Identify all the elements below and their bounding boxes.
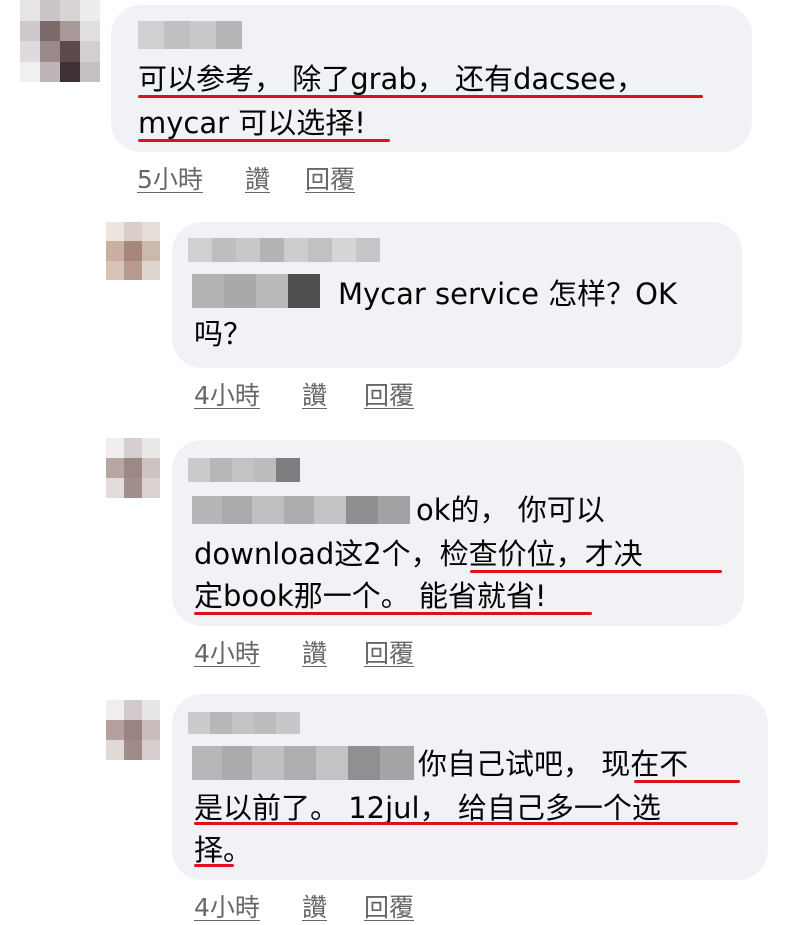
highlight-underline: [138, 139, 390, 142]
comment-bubble: 可以参考， 除了grab， 还有dacsee， mycar 可以选择!: [111, 5, 752, 152]
timestamp-link[interactable]: 4小時: [194, 634, 260, 670]
comment-text-line: 吗？: [194, 317, 253, 351]
highlight-underline: [194, 864, 234, 867]
avatar[interactable]: [106, 438, 160, 498]
timestamp-link[interactable]: 4小時: [194, 376, 260, 412]
commenter-name-blurred[interactable]: [188, 712, 300, 734]
mention-name-blurred[interactable]: [192, 496, 410, 524]
reply-button[interactable]: 回覆: [364, 634, 414, 670]
reply-button[interactable]: 回覆: [364, 376, 414, 412]
like-button[interactable]: 讚: [302, 888, 327, 924]
reply-button[interactable]: 回覆: [364, 888, 414, 924]
comment-text-line: Mycar service 怎样？OK: [338, 277, 677, 311]
commenter-name-blurred[interactable]: [188, 458, 300, 482]
mention-name-blurred[interactable]: [192, 746, 414, 780]
comment-text-line: ok的， 你可以: [416, 493, 605, 527]
comment-bubble: ok的， 你可以 download这2个，检查价位，才决 定book那一个。 能…: [172, 440, 744, 626]
timestamp-link[interactable]: 5小時: [137, 160, 203, 196]
timestamp-link[interactable]: 4小時: [194, 888, 260, 924]
comment-bubble: Mycar service 怎样？OK 吗？: [172, 222, 742, 368]
like-button[interactable]: 讚: [302, 634, 327, 670]
avatar[interactable]: [106, 222, 160, 280]
commenter-name-blurred[interactable]: [188, 238, 380, 262]
avatar[interactable]: [20, 0, 100, 82]
highlight-underline: [634, 780, 740, 783]
avatar[interactable]: [106, 700, 160, 760]
like-button[interactable]: 讚: [302, 376, 327, 412]
like-button[interactable]: 讚: [245, 160, 270, 196]
highlight-underline: [138, 95, 703, 98]
comment-bubble: 你自己试吧， 现在不 是以前了。 12jul， 给自己多一个选 择。: [172, 694, 768, 880]
highlight-underline: [470, 570, 722, 573]
mention-name-blurred[interactable]: [192, 274, 320, 308]
highlight-underline: [194, 612, 592, 615]
commenter-name-blurred[interactable]: [138, 21, 242, 49]
highlight-underline: [194, 822, 738, 825]
reply-button[interactable]: 回覆: [305, 160, 355, 196]
